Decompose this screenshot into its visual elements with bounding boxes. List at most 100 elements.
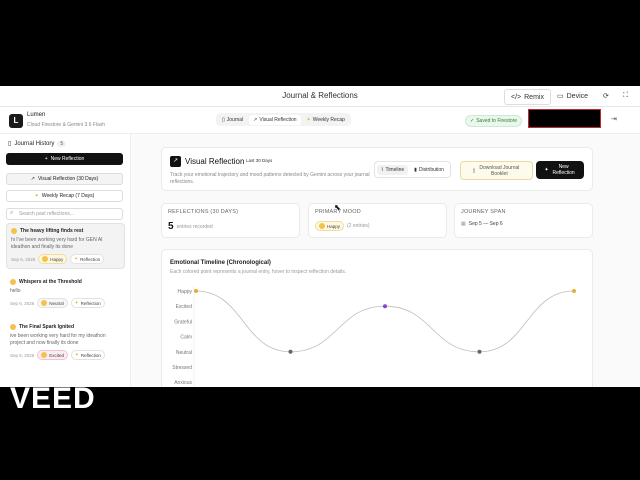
mood-badge: Neutral xyxy=(37,298,68,308)
data-point[interactable] xyxy=(288,349,293,354)
book-icon: ▯ xyxy=(8,141,12,147)
stat-label: JOURNEY SPAN xyxy=(461,209,506,215)
weekly-recap-button[interactable]: ✦ Weekly Recap (7 Days) xyxy=(6,190,123,202)
tag-badge: ✦ Reflection xyxy=(71,350,105,360)
monitor-icon: ▭ xyxy=(557,93,564,100)
tab-journal[interactable]: ▯ Journal xyxy=(218,115,247,125)
refresh-icon[interactable]: ⟳ xyxy=(603,89,609,103)
data-point[interactable] xyxy=(194,289,198,293)
entry-title-text: The heavy lifting finds rest xyxy=(20,228,84,234)
mood-emoji-icon xyxy=(11,228,17,234)
tag-badge-label: Reflection xyxy=(80,300,101,306)
y-tick-label: Excited xyxy=(176,304,193,310)
page-title: Visual Reflection xyxy=(185,157,245,166)
y-tick-label: Happy xyxy=(178,289,193,295)
list-item[interactable]: Whispers at the Threshold hello Sep 6, 2… xyxy=(6,275,125,312)
saved-status-badge: ✓ Saved to Firestore xyxy=(465,115,523,127)
stat-card-primary-mood: PRIMARY MOOD Happy (2 entries) xyxy=(308,203,447,238)
trend-icon: ↗ xyxy=(170,156,181,167)
mood-emoji-icon xyxy=(42,256,49,262)
saved-label: Saved to Firestore xyxy=(476,118,518,124)
plus-icon: + xyxy=(44,156,48,162)
entry-date: Sep 5, 2026 xyxy=(10,352,35,358)
data-point[interactable] xyxy=(572,289,576,293)
view-toggle: ⌇ Timeline ▮ Distribution xyxy=(374,161,451,178)
mood-badge-label: Excited xyxy=(49,352,65,358)
app-subtitle: Cloud Firestore & Gemini 3.6 Flash xyxy=(27,122,106,128)
y-tick-label: Grateful xyxy=(174,319,192,325)
stat-label: REFLECTIONS (30 DAYS) xyxy=(168,209,239,215)
y-tick-label: Neutral xyxy=(176,350,192,356)
visual-reflection-button[interactable]: ↗ Visual Reflection (30 Days) xyxy=(6,173,123,185)
fullscreen-icon[interactable]: ⛶ xyxy=(623,89,628,103)
sparkle-icon: ✦ xyxy=(306,116,311,123)
logout-icon[interactable]: ⇥ xyxy=(611,115,617,123)
book-icon: ▯ xyxy=(222,116,225,123)
entry-title: Whispers at the Threshold xyxy=(10,279,121,285)
sidebar-heading-label: Journal History xyxy=(14,140,55,147)
device-label: Device xyxy=(566,92,589,100)
download-booklet-button[interactable]: ▯ Download Journal Booklet xyxy=(460,161,533,180)
page-description: Track your emotional trajectory and mood… xyxy=(170,172,370,185)
data-point[interactable] xyxy=(383,304,387,309)
device-button[interactable]: ▭ Device xyxy=(553,89,592,103)
entry-body: ive been working very hard for my ideath… xyxy=(10,333,106,346)
tag-badge-label: Reflection xyxy=(80,256,101,262)
download-label: Download Journal Booklet xyxy=(479,164,520,177)
mood-badge: Happy xyxy=(315,221,345,231)
sparkle-icon: ✦ xyxy=(74,256,79,261)
tab-weekly-recap[interactable]: ✦ Weekly Recap xyxy=(303,115,349,125)
tag-badge-label: Reflection xyxy=(80,352,101,358)
sparkle-icon: ✦ xyxy=(75,352,79,357)
book-icon: ▯ xyxy=(472,167,476,174)
entry-meta: Sep 6, 2026 Happy ✦ Reflection xyxy=(11,254,120,264)
stat-note: (2 entries) xyxy=(347,223,370,229)
sparkle-icon: ✦ xyxy=(74,300,79,305)
entry-title: The heavy lifting finds rest xyxy=(11,228,120,234)
mood-emoji-icon xyxy=(41,300,48,306)
stat-note: entries recorded xyxy=(176,223,213,230)
timeline-toggle[interactable]: ⌇ Timeline xyxy=(377,164,409,175)
redacted-area xyxy=(528,109,601,128)
entry-date: Sep 6, 2026 xyxy=(10,300,35,306)
timeline-label: Timeline xyxy=(385,166,405,173)
entry-count-badge: 5 xyxy=(57,140,67,147)
calendar-icon: ▦ xyxy=(461,221,466,227)
y-tick-label: Stressed xyxy=(172,365,192,371)
data-point[interactable] xyxy=(477,349,482,354)
veed-watermark: VEED xyxy=(10,382,96,415)
mood-badge-label: Happy xyxy=(327,223,341,229)
trend-icon: ↗ xyxy=(30,176,35,182)
period-badge: Last 30 Days xyxy=(246,158,273,163)
mood-emoji-icon xyxy=(319,223,325,229)
new-reflection-button[interactable]: ✦ New Reflection xyxy=(536,161,584,179)
entry-body: hi I've been working very hard for GEN A… xyxy=(11,237,103,250)
stat-value: 5 entries recorded xyxy=(168,221,213,232)
entry-title-text: The Final Spark Ignited xyxy=(19,324,75,330)
list-item[interactable]: The Final Spark Ignited ive been working… xyxy=(6,320,125,364)
tab-visual-reflection[interactable]: ↗ Visual Reflection xyxy=(249,114,301,125)
y-tick-label: Calm xyxy=(180,335,192,341)
search-input[interactable]: Search past reflections... xyxy=(6,208,123,220)
tag-badge: ✦ Reflection xyxy=(70,298,105,308)
remix-button[interactable]: </> Remix xyxy=(504,89,551,105)
sparkle-icon: ✦ xyxy=(34,193,39,199)
new-reflection-button[interactable]: + New Reflection xyxy=(6,153,123,165)
stat-value: ▦ Sep 5 — Sep 6 xyxy=(461,221,503,227)
list-item[interactable]: The heavy lifting finds rest hi I've bee… xyxy=(6,223,125,269)
stat-value: Happy (2 entries) xyxy=(315,221,370,231)
tab-journal-label: Journal xyxy=(226,116,244,123)
sidebar: ▯ Journal History 5 + New Reflection ↗ V… xyxy=(0,134,131,387)
sidebar-heading: ▯ Journal History 5 xyxy=(8,140,67,147)
new-reflection-label: New Reflection xyxy=(50,156,85,162)
visual-reflection-header-card: ↗ Visual Reflection Last 30 Days Track y… xyxy=(161,147,593,191)
y-tick-label: Anxious xyxy=(174,380,192,386)
bar-chart-icon: ▮ xyxy=(414,166,417,173)
stat-card-journey-span: JOURNEY SPAN ▦ Sep 5 — Sep 6 xyxy=(454,203,593,238)
tab-weekly-recap-label: Weekly Recap xyxy=(312,116,345,123)
mood-badge: Excited xyxy=(37,350,69,360)
series-line xyxy=(195,290,575,353)
emotional-timeline-card: Emotional Timeline (Chronological) Each … xyxy=(161,249,593,387)
distribution-toggle[interactable]: ▮ Distribution xyxy=(410,165,448,175)
app-logo: L xyxy=(9,114,23,128)
